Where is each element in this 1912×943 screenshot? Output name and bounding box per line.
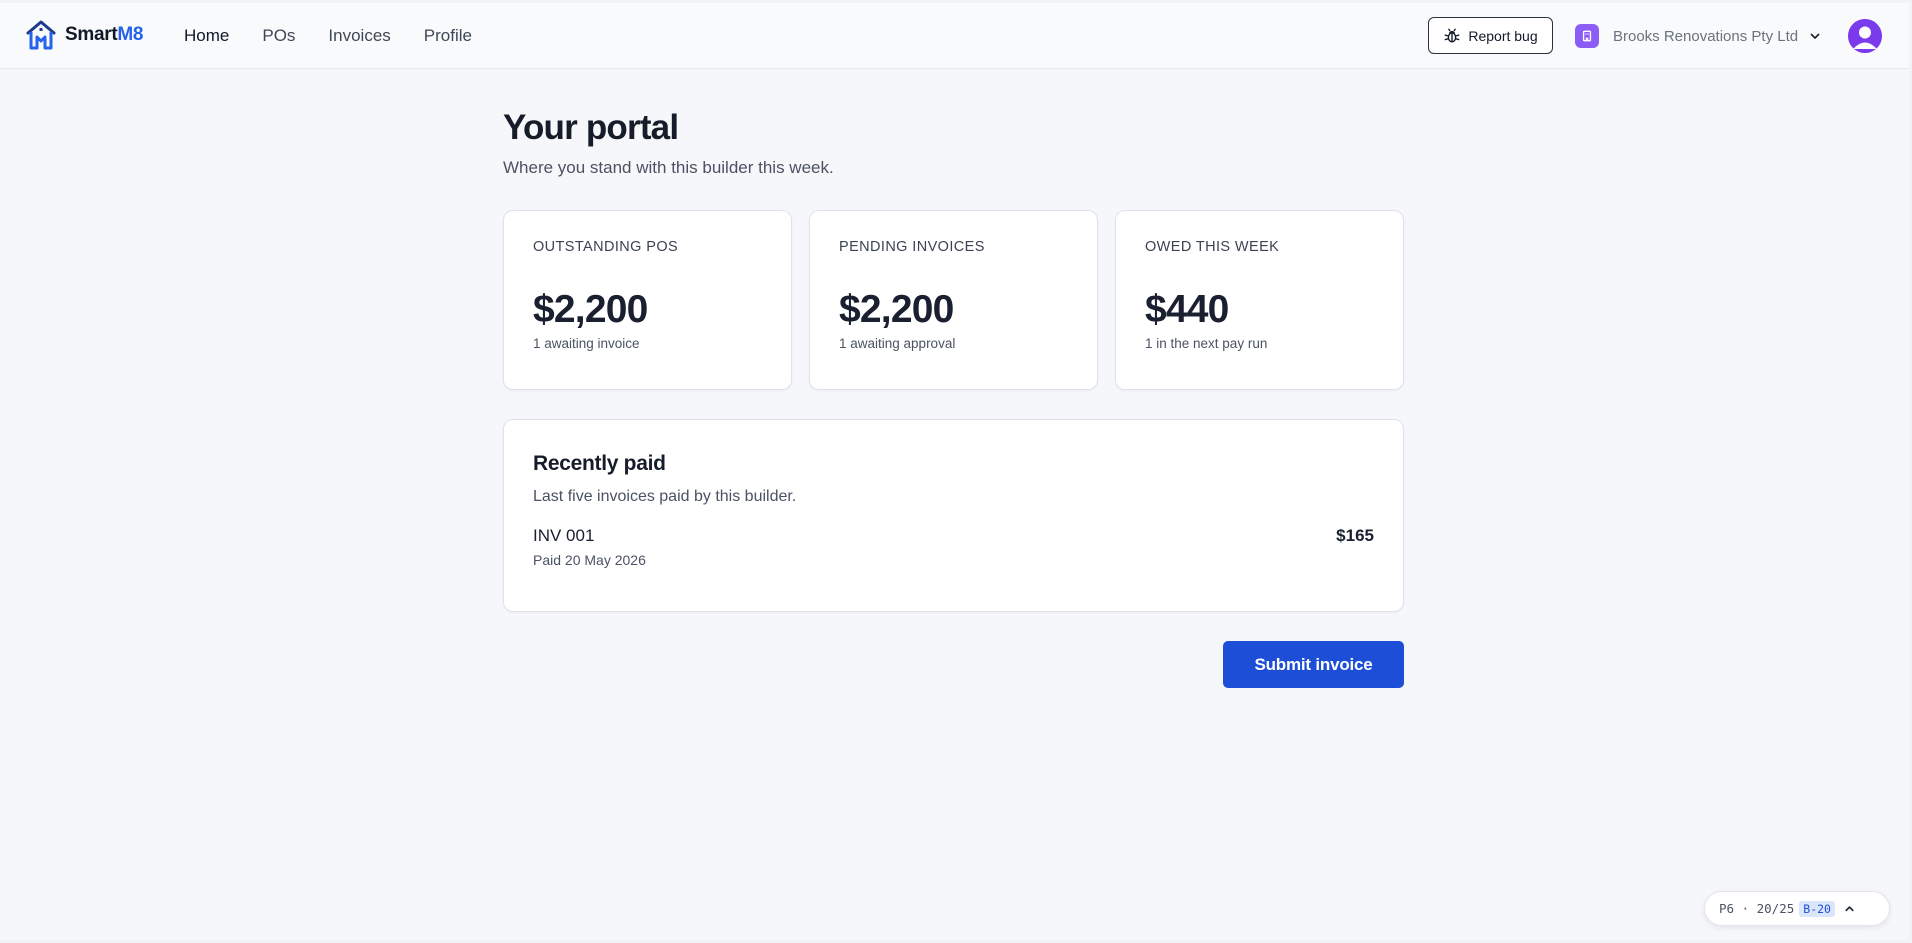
brand[interactable]: SmartM8 bbox=[25, 19, 143, 51]
nav-home[interactable]: Home bbox=[184, 26, 229, 46]
brand-name: SmartM8 bbox=[65, 24, 144, 45]
nav-pos[interactable]: POs bbox=[262, 26, 295, 46]
invoice-number: INV 001 bbox=[533, 526, 595, 545]
house-logo-icon bbox=[26, 20, 56, 50]
report-bug-label: Report bug bbox=[1468, 27, 1538, 44]
recently-paid-card: Recently paid Last five invoices paid by… bbox=[503, 419, 1404, 612]
report-bug-button[interactable]: Report bug bbox=[1428, 17, 1553, 54]
building-icon bbox=[1575, 24, 1599, 48]
dev-toolbar-badge: B-20 bbox=[1799, 900, 1835, 917]
stat-label: OUTSTANDING POS bbox=[533, 239, 679, 255]
page-subtitle: Where you stand with this builder this w… bbox=[503, 158, 834, 177]
stat-note: 1 in the next pay run bbox=[1145, 336, 1268, 351]
stat-note: 1 awaiting invoice bbox=[533, 336, 640, 351]
main-content: Your portal Where you stand with this bu… bbox=[503, 104, 1404, 688]
organization-name: Brooks Renovations Pty Ltd bbox=[1613, 27, 1799, 45]
stat-note: 1 awaiting approval bbox=[839, 336, 956, 351]
stat-card-owed-this-week: OWED THIS WEEK $440 1 in the next pay ru… bbox=[1115, 210, 1404, 390]
stat-label: PENDING INVOICES bbox=[839, 239, 985, 255]
paid-date: Paid 20 May 2026 bbox=[533, 552, 646, 568]
nav-profile[interactable]: Profile bbox=[424, 26, 472, 46]
stat-card-outstanding-pos: OUTSTANDING POS $2,200 1 awaiting invoic… bbox=[503, 210, 792, 390]
main-nav: Home POs Invoices Profile bbox=[184, 3, 505, 69]
bug-icon bbox=[1444, 28, 1460, 43]
list-item[interactable]: INV 001 Paid 20 May 2026 $165 bbox=[533, 526, 1374, 568]
stat-value: $440 bbox=[1145, 288, 1229, 331]
dev-toolbar-pill[interactable]: P6 · 20/25 B-20 bbox=[1704, 891, 1890, 926]
submit-invoice-button[interactable]: Submit invoice bbox=[1223, 641, 1404, 688]
stat-card-pending-invoices: PENDING INVOICES $2,200 1 awaiting appro… bbox=[809, 210, 1098, 390]
paid-invoice-info: INV 001 Paid 20 May 2026 bbox=[533, 526, 646, 568]
dev-toolbar-text: P6 · 20/25 bbox=[1719, 901, 1795, 916]
nav-invoices[interactable]: Invoices bbox=[328, 26, 390, 46]
stat-value: $2,200 bbox=[533, 288, 648, 331]
actions-row: Submit invoice bbox=[503, 641, 1404, 688]
stats-row: OUTSTANDING POS $2,200 1 awaiting invoic… bbox=[503, 210, 1404, 390]
paid-amount: $165 bbox=[1336, 526, 1374, 545]
user-avatar-icon[interactable] bbox=[1848, 19, 1882, 53]
recently-paid-subtitle: Last five invoices paid by this builder. bbox=[533, 488, 797, 505]
recently-paid-title: Recently paid bbox=[533, 452, 666, 475]
chevron-down-icon bbox=[1810, 33, 1820, 39]
top-navigation-bar: SmartM8 Home POs Invoices Profile Report… bbox=[0, 3, 1909, 69]
page-title: Your portal bbox=[503, 108, 679, 147]
chevron-up-icon[interactable] bbox=[1843, 902, 1856, 915]
organization-switcher[interactable]: Brooks Renovations Pty Ltd bbox=[1575, 3, 1822, 69]
stat-value: $2,200 bbox=[839, 288, 954, 331]
stat-label: OWED THIS WEEK bbox=[1145, 239, 1280, 255]
